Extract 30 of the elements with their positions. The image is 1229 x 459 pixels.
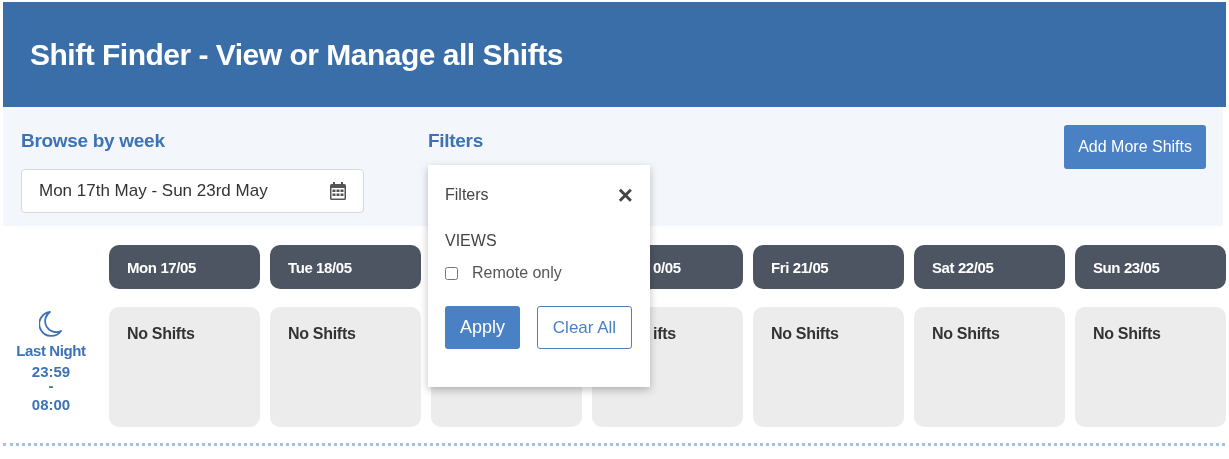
add-shifts-button[interactable]: Add More Shifts: [1064, 125, 1206, 169]
option-label: Remote only: [472, 264, 562, 282]
no-shifts-text: No Shifts: [1093, 325, 1161, 342]
slot-name: Last Night: [16, 342, 86, 359]
no-shifts-text: ifts: [653, 325, 676, 342]
time-separator: -: [48, 380, 54, 392]
section-heading: VIEWS: [445, 232, 498, 250]
slot-start-time: 23:59: [31, 363, 71, 380]
calendar-icon: [330, 182, 346, 200]
slot-end-time: 08:00: [31, 396, 71, 413]
apply-button[interactable]: Apply: [445, 306, 520, 349]
day-label: Sat 22/05: [932, 258, 994, 276]
clear-all-button[interactable]: Clear All: [537, 306, 632, 349]
close-button[interactable]: ×: [617, 185, 633, 205]
page-title: Shift Finder - View or Manage all Shifts: [30, 37, 563, 72]
moon-icon: [39, 310, 63, 338]
no-shifts-text: No Shifts: [771, 325, 839, 342]
no-shifts-text: No Shifts: [127, 325, 195, 342]
day-label: Tue 18/05: [288, 258, 352, 276]
week-picker-field[interactable]: Mon 17th May - Sun 23rd May: [21, 169, 364, 213]
popover-title: Filters: [445, 186, 489, 204]
day-label: 0/05: [653, 258, 681, 276]
no-shifts-text: No Shifts: [288, 325, 356, 342]
no-shifts-text: No Shifts: [932, 325, 1000, 342]
browse-label: Browse by week: [21, 130, 166, 153]
day-label: Fri 21/05: [771, 258, 829, 276]
option-checkbox[interactable]: [445, 266, 458, 280]
day-label: Sun 23/05: [1093, 258, 1160, 276]
day-label: Mon 17/05: [127, 258, 196, 276]
filters-label: Filters: [428, 130, 484, 153]
